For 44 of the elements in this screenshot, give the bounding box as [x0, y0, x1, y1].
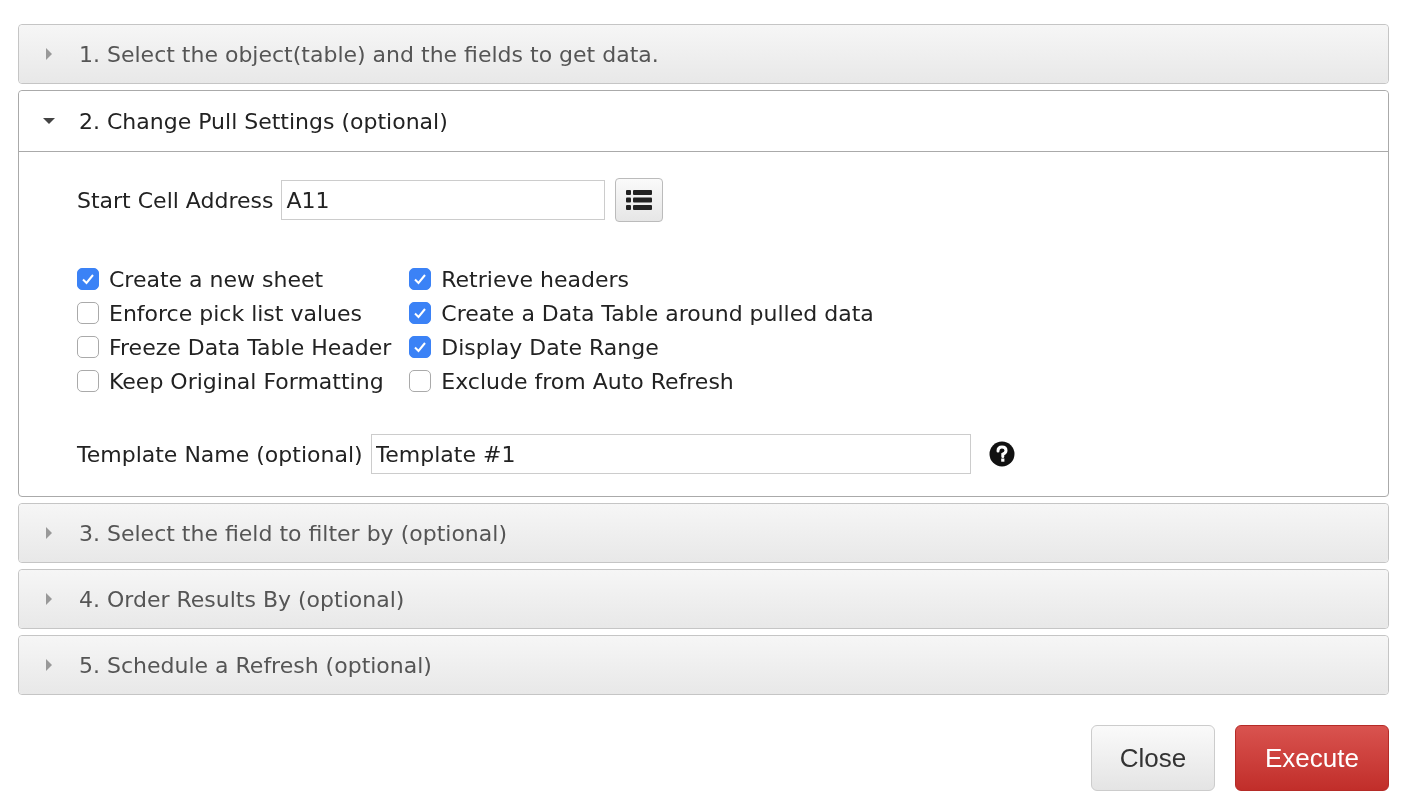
- panel-title: 1. Select the object(table) and the fields to get data.: [79, 41, 659, 67]
- check-icon: [81, 272, 95, 286]
- checkbox-label: Create a new sheet: [109, 266, 324, 292]
- checkbox-label: Enforce pick list values: [109, 300, 362, 326]
- checkbox-label: Keep Original Formatting: [109, 368, 384, 394]
- template-name-input[interactable]: Template #1: [370, 434, 971, 474]
- panel-header[interactable]: 3. Select the field to filter by (optional): [19, 504, 1388, 562]
- check-icon: [413, 340, 428, 354]
- panel-title: 3. Select the field to filter by (optional): [79, 520, 507, 546]
- panel-title: 2. Change Pull Settings (optional): [79, 108, 448, 134]
- caret-right-icon: [43, 48, 55, 60]
- check-icon: [413, 306, 428, 320]
- checkbox[interactable]: [409, 302, 432, 324]
- start-cell-label: Start Cell Address: [77, 187, 274, 213]
- caret-right-icon: [43, 659, 55, 671]
- help-icon[interactable]: [988, 441, 1015, 467]
- start-cell-input[interactable]: A11: [281, 180, 606, 220]
- list-button[interactable]: [615, 178, 664, 222]
- panel-title: 4. Order Results By (optional): [79, 586, 405, 612]
- checkbox-label: Retrieve headers: [441, 266, 629, 292]
- panel-title: 5. Schedule a Refresh (optional): [79, 652, 432, 678]
- panel-header[interactable]: 4. Order Results By (optional): [19, 570, 1388, 628]
- caret-down-icon: [43, 115, 55, 127]
- checkbox[interactable]: [77, 370, 99, 392]
- template-name-label: Template Name (optional): [77, 441, 363, 467]
- checkbox-label: Freeze Data Table Header: [109, 334, 392, 360]
- close-button[interactable]: Close: [1091, 725, 1215, 791]
- panel-header[interactable]: 2. Change Pull Settings (optional): [19, 91, 1388, 152]
- caret-right-icon: [43, 527, 55, 539]
- execute-button[interactable]: Execute: [1235, 725, 1389, 791]
- checkbox[interactable]: [77, 268, 99, 290]
- checkbox-label: Display Date Range: [441, 334, 659, 360]
- caret-right-icon: [43, 593, 55, 605]
- checkbox[interactable]: [409, 370, 432, 392]
- panel-header[interactable]: 1. Select the object(table) and the fields to get data.: [19, 25, 1388, 83]
- checkbox-label: Create a Data Table around pulled data: [441, 300, 874, 326]
- check-icon: [413, 272, 428, 286]
- checkbox[interactable]: [409, 268, 432, 290]
- checkbox[interactable]: [409, 336, 432, 358]
- list-icon: [626, 189, 653, 211]
- panel-header[interactable]: 5. Schedule a Refresh (optional): [19, 636, 1388, 694]
- checkbox[interactable]: [77, 336, 99, 358]
- checkbox[interactable]: [77, 302, 99, 324]
- checkbox-label: Exclude from Auto Refresh: [441, 368, 734, 394]
